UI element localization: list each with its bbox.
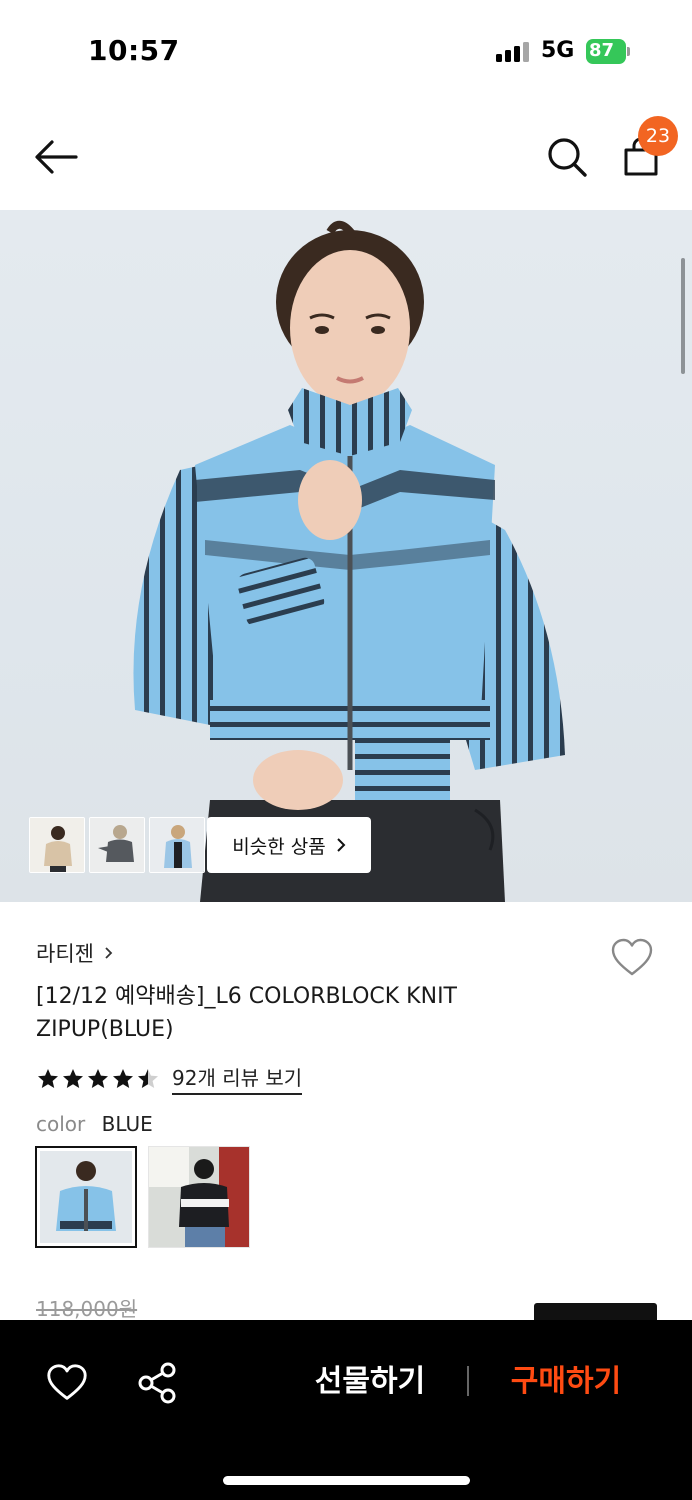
star-icon [38,1068,58,1088]
thumbnail-similar-3[interactable] [149,817,205,873]
cellular-signal-icon [496,42,532,62]
product-main-image[interactable]: 비슷한 상품 [0,210,692,902]
gray-knit-thumbnail [90,818,144,872]
star-icon [113,1068,133,1088]
thumbnail-similar-2[interactable] [89,817,145,873]
chevron-right-icon [337,838,346,852]
heart-outline-icon [611,938,653,976]
reviews-link[interactable]: 92개 리뷰 보기 [172,1062,303,1095]
search-icon [548,138,587,177]
brand-name: 라티젠 [36,942,94,966]
bottom-action-bar: 선물하기 구매하기 [0,1320,692,1500]
battery-icon: 87 [586,39,630,64]
image-scroll-indicator[interactable] [681,258,685,374]
model-photo [133,220,565,902]
similar-products-label: 비슷한 상품 [232,835,326,858]
brand-link[interactable]: 라티젠 [36,938,113,968]
star-icon [88,1068,108,1088]
network-type: 5G [541,38,575,63]
rating-row: 92개 리뷰 보기 [36,1062,303,1095]
status-bar: 10:57 5G 87 [0,0,692,100]
similar-products-button[interactable]: 비슷한 상품 [207,817,371,873]
cart-count-badge: 23 [638,116,678,156]
star-icon [63,1068,83,1088]
search-button[interactable] [544,134,590,180]
status-time: 10:57 [88,34,180,67]
color-swatch-blue[interactable] [35,1146,137,1248]
product-title: [12/12 예약배송]_L6 COLORBLOCK KNIT ZIPUP(BL… [36,984,457,1042]
share-button[interactable] [136,1360,180,1406]
chevron-right-icon [105,947,113,959]
black-white-variant-image [149,1147,249,1247]
back-button[interactable] [30,136,82,178]
color-option-row: color BLUE [36,1112,153,1136]
thumbnail-similar-1[interactable] [29,817,85,873]
gift-button[interactable]: 선물하기 [290,1358,450,1406]
color-label: color [36,1112,86,1136]
arrow-left-icon [35,140,78,174]
blue-knit-thumbnail [150,818,204,872]
home-indicator[interactable] [223,1476,470,1485]
blue-variant-image [40,1151,132,1243]
beige-knit-thumbnail [30,818,84,872]
heart-outline-icon [47,1364,87,1400]
half-star-icon [138,1068,158,1088]
original-price: 118,000원 [36,1297,138,1321]
bottom-divider [467,1366,469,1396]
color-swatch-other[interactable] [148,1146,250,1248]
share-icon [138,1362,176,1404]
rating-stars [36,1067,160,1091]
wishlist-button[interactable] [608,934,656,982]
app-header [0,100,692,210]
buy-button[interactable]: 구매하기 [486,1358,646,1406]
selected-color: BLUE [101,1112,153,1136]
bottom-wishlist-button[interactable] [44,1360,90,1406]
battery-level: 87 [589,40,615,61]
